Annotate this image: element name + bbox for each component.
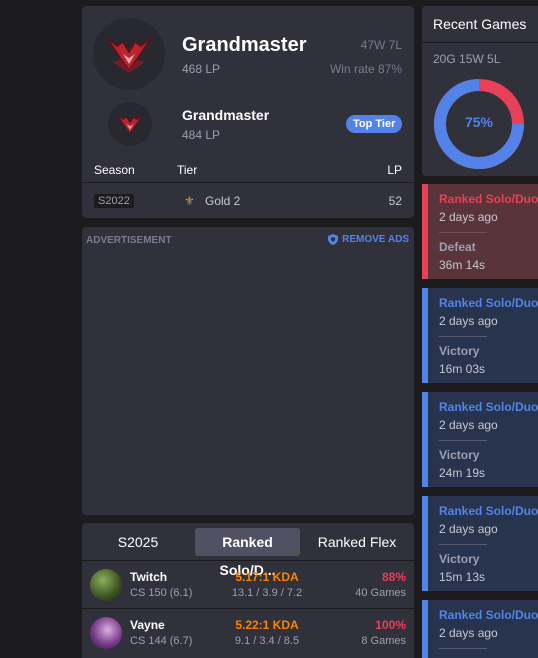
game-result: Victory [439, 448, 480, 462]
recent-summary: 20G 15W 5L [433, 52, 501, 66]
ranked-panel: Grandmaster 468 LP 47W 7L Win rate 87% G… [82, 6, 414, 218]
game-ago: 2 days ago [439, 314, 498, 328]
game-sep [439, 544, 487, 545]
result-bar [422, 288, 428, 383]
champion-winrate: 100% [375, 618, 406, 632]
game-card-victory[interactable]: Ranked Solo/Duo 2 days ago Victory 16m 0… [422, 288, 538, 383]
champion-name: Twitch [130, 570, 168, 584]
champion-row[interactable]: Twitch CS 150 (6.1) 5.17:1 KDA 13.1 / 3.… [82, 560, 414, 608]
champion-kda: 5.22:1 KDA [235, 618, 299, 632]
game-ago: 2 days ago [439, 522, 498, 536]
champion-games: 8 Games [361, 635, 406, 647]
result-bar [422, 600, 428, 658]
solo-tier: Grandmaster [182, 34, 307, 56]
game-ago: 2 days ago [439, 418, 498, 432]
game-queue: Ranked Solo/Duo [439, 296, 538, 310]
panel-divider [422, 42, 538, 43]
col-season: Season [94, 163, 135, 177]
tab-ranked-flex[interactable]: Ranked Flex [307, 528, 407, 556]
game-queue: Ranked Solo/Duo [439, 504, 538, 518]
history-tier: Gold 2 [205, 194, 241, 208]
remove-ads-label: REMOVE ADS [342, 234, 409, 245]
game-result: Victory [439, 344, 480, 358]
game-sep [439, 440, 487, 441]
flex-lp: 484 LP [182, 128, 221, 142]
game-ago: 2 days ago [439, 210, 498, 224]
champion-cs: CS 150 (6.1) [130, 587, 193, 599]
champion-name: Vayne [130, 618, 165, 632]
game-card-victory[interactable]: Ranked Solo/Duo 2 days ago Victory 15m 1… [422, 496, 538, 591]
game-card-defeat[interactable]: Ranked Solo/Duo 2 days ago Defeat 36m 14… [422, 184, 538, 279]
grandmaster-crest-icon [106, 37, 152, 73]
result-bar [422, 184, 428, 279]
recent-games-panel: Recent Games 20G 15W 5L 75% [422, 6, 538, 176]
champion-games: 40 Games [355, 587, 406, 599]
champion-winrate: 88% [381, 570, 406, 584]
solo-winrate: Win rate 87% [329, 62, 402, 76]
game-result: Victory [439, 552, 480, 566]
advertisement-panel: ADVERTISEMENT REMOVE ADS [82, 227, 414, 515]
flex-tier: Grandmaster [182, 107, 270, 123]
vayne-avatar [90, 617, 122, 649]
col-tier: Tier [177, 163, 198, 177]
remove-ads-button[interactable]: REMOVE ADS [328, 234, 409, 245]
flex-emblem [108, 102, 152, 146]
game-card-victory[interactable]: Ranked Solo/Duo 2 days ago [422, 600, 538, 658]
game-duration: 36m 14s [439, 258, 486, 272]
history-lp: 52 [388, 194, 402, 208]
twitch-avatar [90, 569, 122, 601]
game-duration: 16m 03s [439, 362, 486, 376]
game-queue: Ranked Solo/Duo [439, 608, 538, 622]
game-queue: Ranked Solo/Duo [439, 400, 538, 414]
season-tag: S2022 [94, 194, 134, 208]
game-sep [439, 648, 487, 649]
col-lp: LP [387, 163, 402, 177]
champion-kda-detail: 13.1 / 3.9 / 7.2 [231, 587, 303, 599]
game-duration: 15m 13s [439, 570, 486, 584]
game-duration: 24m 19s [439, 466, 486, 480]
result-bar [422, 392, 428, 487]
champion-row[interactable]: Vayne CS 144 (6.7) 5.22:1 KDA 9.1 / 3.4 … [82, 608, 414, 656]
divider [82, 182, 414, 183]
game-queue: Ranked Solo/Duo [439, 192, 538, 206]
game-sep [439, 232, 487, 233]
game-ago: 2 days ago [439, 626, 498, 640]
game-result: Defeat [439, 240, 476, 254]
ad-label: ADVERTISEMENT [86, 235, 172, 246]
champion-cs: CS 144 (6.7) [130, 635, 193, 647]
result-bar [422, 496, 428, 591]
gold-tier-icon: ⚜ [184, 194, 195, 208]
solo-lp: 468 LP [182, 62, 221, 76]
shield-icon [328, 234, 339, 245]
champion-kda: 5.17:1 KDA [235, 570, 299, 584]
grandmaster-emblem [93, 18, 165, 90]
grandmaster-crest-small-icon [117, 114, 143, 134]
tab-ranked-solo[interactable]: Ranked Solo/D... [195, 528, 300, 578]
winrate-label: 75% [464, 114, 494, 130]
solo-record: 47W 7L [360, 38, 402, 52]
game-sep [439, 336, 487, 337]
top-tier-badge: Top Tier [346, 115, 403, 133]
champion-kda-detail: 9.1 / 3.4 / 8.5 [234, 635, 300, 647]
game-card-victory[interactable]: Ranked Solo/Duo 2 days ago Victory 24m 1… [422, 392, 538, 487]
recent-games-title: Recent Games [433, 16, 527, 32]
tab-season[interactable]: S2025 [87, 528, 189, 556]
champion-stats-panel: S2025 Ranked Solo/D... Ranked Flex Twitc… [82, 523, 414, 658]
